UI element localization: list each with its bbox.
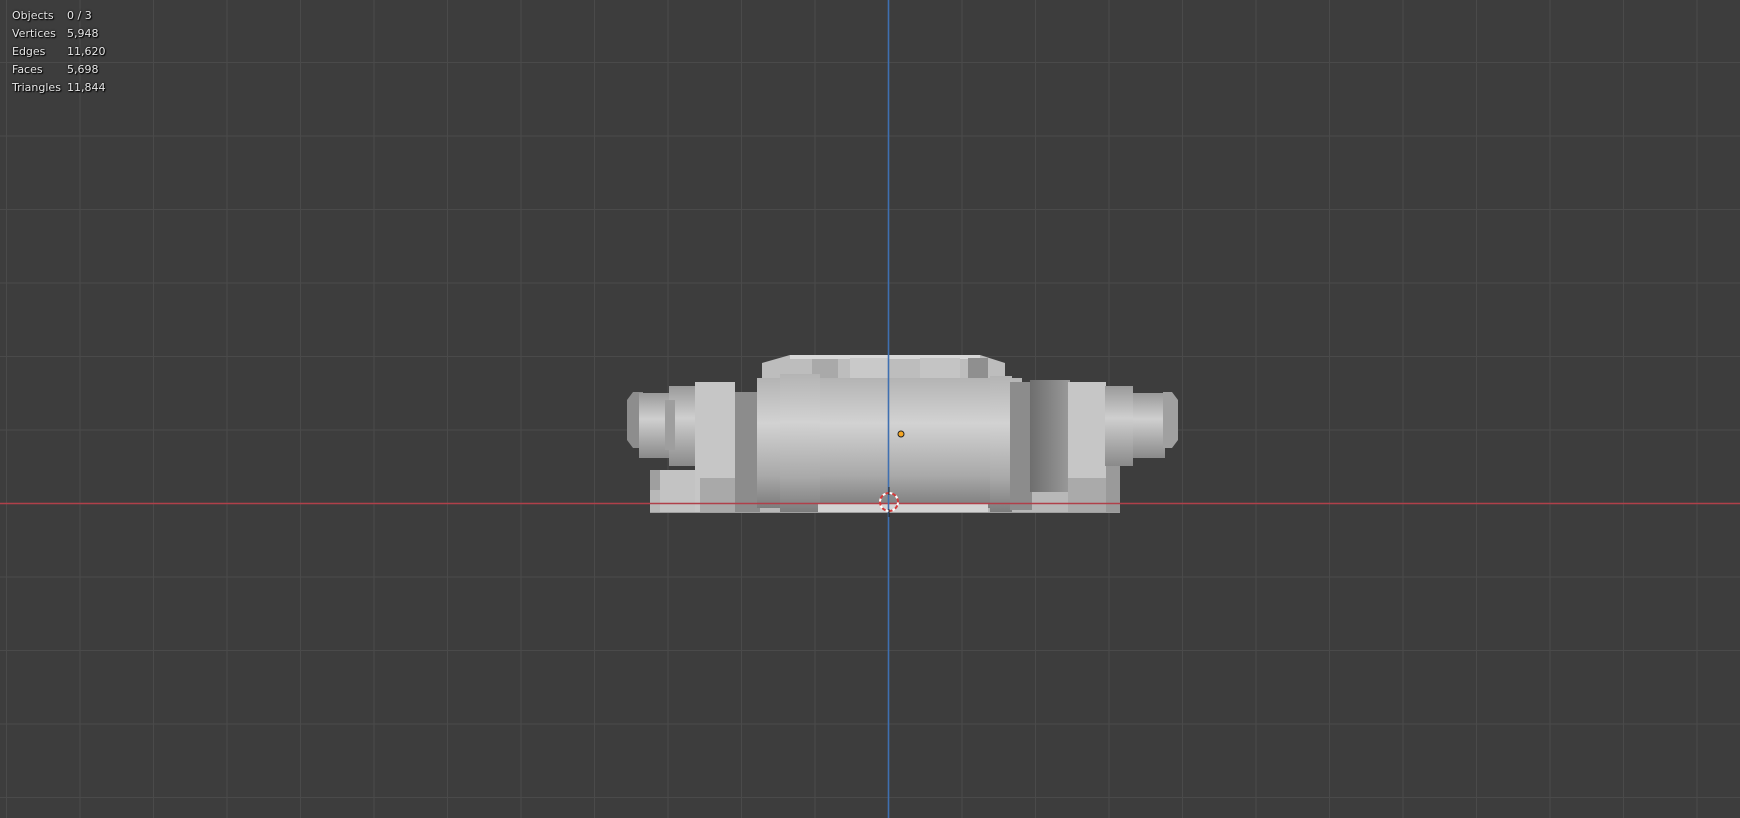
viewport-statistics: Objects 0 / 3 Vertices 5,948 Edges 11,62…	[12, 7, 107, 97]
stat-row-faces: Faces 5,698	[12, 61, 107, 79]
stat-value: 0 / 3	[67, 9, 92, 22]
stat-row-edges: Edges 11,620	[12, 43, 107, 61]
stat-value: 5,698	[67, 63, 99, 76]
stat-value: 11,620	[67, 45, 106, 58]
stat-row-vertices: Vertices 5,948	[12, 25, 107, 43]
stat-label: Objects	[12, 9, 54, 22]
stat-value: 11,844	[67, 81, 106, 94]
3d-viewport[interactable]: Objects 0 / 3 Vertices 5,948 Edges 11,62…	[0, 0, 1740, 818]
stat-label: Vertices	[12, 27, 56, 40]
stat-label: Faces	[12, 63, 43, 76]
stat-row-objects: Objects 0 / 3	[12, 7, 107, 25]
stat-value: 5,948	[67, 27, 99, 40]
3d-cursor-icon[interactable]	[0, 0, 1740, 818]
stat-row-triangles: Triangles 11,844	[12, 79, 107, 97]
stat-label: Triangles	[12, 81, 61, 94]
stat-label: Edges	[12, 45, 46, 58]
